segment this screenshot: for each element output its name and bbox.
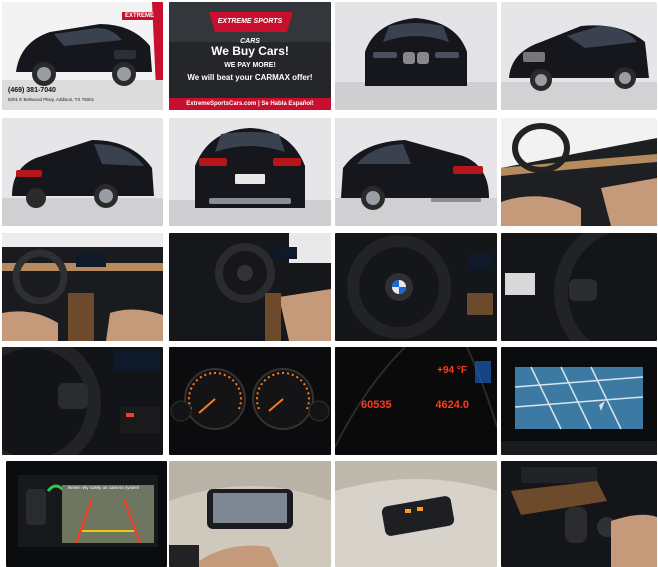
- thumb-exterior-rear-right[interactable]: [335, 118, 497, 226]
- dealer-address: 5001 E Beltwood Pkwy, Addison, TX 75001: [8, 97, 95, 102]
- ad-title: We Buy Cars!: [211, 44, 289, 58]
- photo-gallery: EXTREME (469) 381-7040 5001 E Beltwood P…: [0, 0, 658, 567]
- ad-beat-offer: We will beat your CARMAX offer!: [187, 73, 313, 82]
- thumb-exterior-front[interactable]: [335, 2, 497, 110]
- thumb-exterior-front-3q-dealer[interactable]: EXTREME (469) 381-7040 5001 E Beltwood P…: [2, 2, 163, 110]
- thumb-sunroof[interactable]: [169, 461, 331, 567]
- thumb-we-buy-cars-ad[interactable]: EXTREME SPORTS CARS We Buy Cars! WE PAY …: [169, 2, 331, 110]
- thumb-steering-controls-left[interactable]: [2, 347, 163, 455]
- car-front-photo: [335, 2, 497, 110]
- steering-wheel-photo: [335, 233, 497, 341]
- odometer-photo: [335, 347, 497, 455]
- sunroof-photo: [169, 461, 331, 567]
- ad-logo: EXTREME SPORTS CARS: [217, 18, 283, 45]
- thumb-overhead-console[interactable]: [335, 461, 497, 567]
- dash-wide-photo: [2, 233, 163, 341]
- thumb-steering-controls-right[interactable]: [501, 233, 657, 341]
- thumb-exterior-rear[interactable]: [169, 118, 331, 226]
- overhead-console-photo: [335, 461, 497, 567]
- car-rear-left-photo: [2, 118, 163, 226]
- gauge-cluster-photo: [169, 347, 331, 455]
- ad-pay-more: WE PAY MORE!: [224, 62, 276, 69]
- thumb-gauge-cluster[interactable]: [169, 347, 331, 455]
- thumb-navigation[interactable]: [501, 347, 657, 455]
- navigation-photo: [501, 347, 657, 455]
- thumb-backup-camera[interactable]: Never rely solely on camera system: [6, 461, 167, 567]
- dealer-logo: EXTREME: [121, 12, 157, 20]
- ad-footer: ExtremeSportsCars.com | Se Habla Español…: [169, 98, 331, 110]
- backup-camera-photo: [6, 461, 167, 567]
- outside-temperature: +94 °F: [437, 365, 467, 376]
- odometer-miles: 60535: [361, 399, 392, 411]
- camera-caution-text: Never rely solely on camera system: [68, 485, 140, 490]
- dash-side-photo: [501, 118, 657, 226]
- steering-left-photo: [2, 347, 163, 455]
- thumb-odometer[interactable]: +94 °F 60535 4624.0: [335, 347, 497, 455]
- car-front-right-photo: [501, 2, 657, 110]
- dealer-phone: (469) 381-7040: [8, 87, 56, 94]
- car-rear-photo: [169, 118, 331, 226]
- trip-meter: 4624.0: [435, 399, 469, 411]
- thumb-steering-wheel[interactable]: [335, 233, 497, 341]
- thumb-interior-driver[interactable]: [169, 233, 331, 341]
- center-console-photo: [501, 461, 657, 567]
- thumb-center-console[interactable]: [501, 461, 657, 567]
- steering-right-photo: [501, 233, 657, 341]
- thumb-exterior-rear-left[interactable]: [2, 118, 163, 226]
- thumb-interior-dash-side[interactable]: [501, 118, 657, 226]
- driver-view-photo: [169, 233, 331, 341]
- thumb-exterior-front-right[interactable]: [501, 2, 657, 110]
- thumb-interior-dash-wide[interactable]: [2, 233, 163, 341]
- car-rear-right-photo: [335, 118, 497, 226]
